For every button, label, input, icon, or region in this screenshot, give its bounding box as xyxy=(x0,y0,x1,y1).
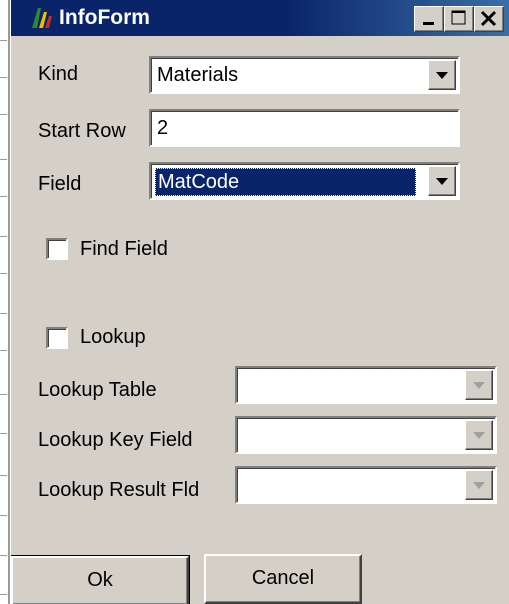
close-icon xyxy=(480,10,497,27)
title-bar[interactable]: InfoForm xyxy=(11,0,509,36)
start-row-value: 2 xyxy=(157,117,169,139)
background-window-edge xyxy=(0,0,10,604)
chevron-down-icon xyxy=(473,432,485,439)
kind-value: Materials xyxy=(157,64,239,86)
start-row-label: Start Row xyxy=(38,120,126,142)
find-field-checkbox[interactable] xyxy=(46,238,68,260)
find-field-label[interactable]: Find Field xyxy=(80,237,168,261)
lookup-key-field-combobox[interactable] xyxy=(235,416,497,454)
cancel-button[interactable]: Cancel xyxy=(204,554,362,604)
chevron-down-icon xyxy=(473,482,485,489)
field-label: Field xyxy=(38,173,82,195)
field-value: MatCode xyxy=(155,168,416,196)
field-combobox[interactable]: MatCode xyxy=(149,162,460,200)
field-dropdown-button[interactable] xyxy=(428,166,456,196)
close-button[interactable] xyxy=(474,6,504,32)
chevron-down-icon xyxy=(436,72,448,79)
maximize-icon xyxy=(451,10,466,25)
lookup-table-label: Lookup Table xyxy=(38,379,157,401)
lookup-result-fld-combobox[interactable] xyxy=(235,466,497,504)
minimize-button[interactable] xyxy=(414,6,444,32)
ok-button[interactable]: Ok xyxy=(11,555,190,604)
lookup-key-field-dropdown-button[interactable] xyxy=(465,420,493,450)
kind-combobox[interactable]: Materials xyxy=(149,56,460,94)
start-row-input[interactable]: 2 xyxy=(149,109,460,147)
infoform-dialog: InfoForm Kind Materials Start Row 2 Fiel… xyxy=(11,0,509,604)
lookup-result-fld-dropdown-button[interactable] xyxy=(465,470,493,500)
chevron-down-icon xyxy=(473,382,485,389)
chevron-down-icon xyxy=(436,178,448,185)
lookup-table-dropdown-button[interactable] xyxy=(465,370,493,400)
kind-label: Kind xyxy=(38,63,79,85)
lookup-key-field-label: Lookup Key Field xyxy=(38,429,193,451)
lookup-result-fld-label: Lookup Result Fld xyxy=(38,479,200,501)
maximize-button[interactable] xyxy=(444,6,474,32)
app-icon[interactable] xyxy=(29,6,53,30)
minimize-icon xyxy=(423,22,434,25)
lookup-checkbox[interactable] xyxy=(46,327,68,349)
kind-dropdown-button[interactable] xyxy=(428,60,456,90)
lookup-table-combobox[interactable] xyxy=(235,366,497,404)
window-title: InfoForm xyxy=(59,6,150,29)
lookup-label[interactable]: Lookup xyxy=(80,325,146,349)
